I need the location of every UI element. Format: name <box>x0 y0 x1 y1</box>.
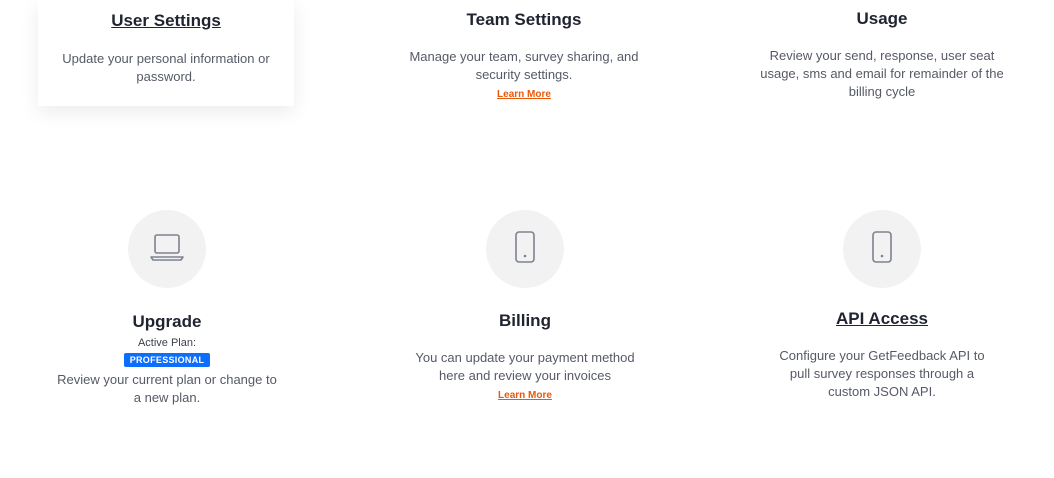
billing-title: Billing <box>499 311 551 330</box>
active-plan-label: Active Plan: <box>137 337 197 349</box>
team-settings-description: Manage your team, survey sharing, and se… <box>409 49 639 82</box>
upgrade-card[interactable]: Upgrade Active Plan: PROFESSIONAL Review… <box>46 210 288 407</box>
api-access-description: Configure your GetFeedback API to pull s… <box>779 348 985 399</box>
team-settings-title: Team Settings <box>466 10 582 29</box>
api-access-card[interactable]: API Access Configure your GetFeedback AP… <box>762 210 1002 401</box>
plan-badge: PROFESSIONAL <box>123 353 211 367</box>
phone-icon <box>862 227 902 272</box>
upgrade-title: Upgrade <box>132 312 202 331</box>
user-settings-description: Update your personal information or pass… <box>62 51 270 84</box>
usage-description: Review your send, response, user seat us… <box>760 48 1004 99</box>
billing-icon-circle <box>486 210 564 288</box>
team-settings-learn-more-link[interactable]: Learn More <box>497 89 551 100</box>
billing-learn-more-link[interactable]: Learn More <box>498 390 552 401</box>
team-settings-card[interactable]: Team Settings Manage your team, survey s… <box>404 0 644 102</box>
usage-card[interactable]: Usage Review your send, response, user s… <box>752 0 1012 101</box>
laptop-icon <box>147 227 187 272</box>
user-settings-card[interactable]: User Settings Update your personal infor… <box>38 0 294 106</box>
upgrade-icon-circle <box>128 210 206 288</box>
api-access-title[interactable]: API Access <box>762 308 1002 330</box>
billing-description: You can update your payment method here … <box>415 350 635 383</box>
billing-card[interactable]: Billing You can update your payment meth… <box>396 210 654 403</box>
api-icon-circle <box>843 210 921 288</box>
phone-icon <box>505 227 545 272</box>
user-settings-title[interactable]: User Settings <box>38 10 294 32</box>
upgrade-description: Review your current plan or change to a … <box>57 372 277 405</box>
usage-title: Usage <box>856 9 908 28</box>
